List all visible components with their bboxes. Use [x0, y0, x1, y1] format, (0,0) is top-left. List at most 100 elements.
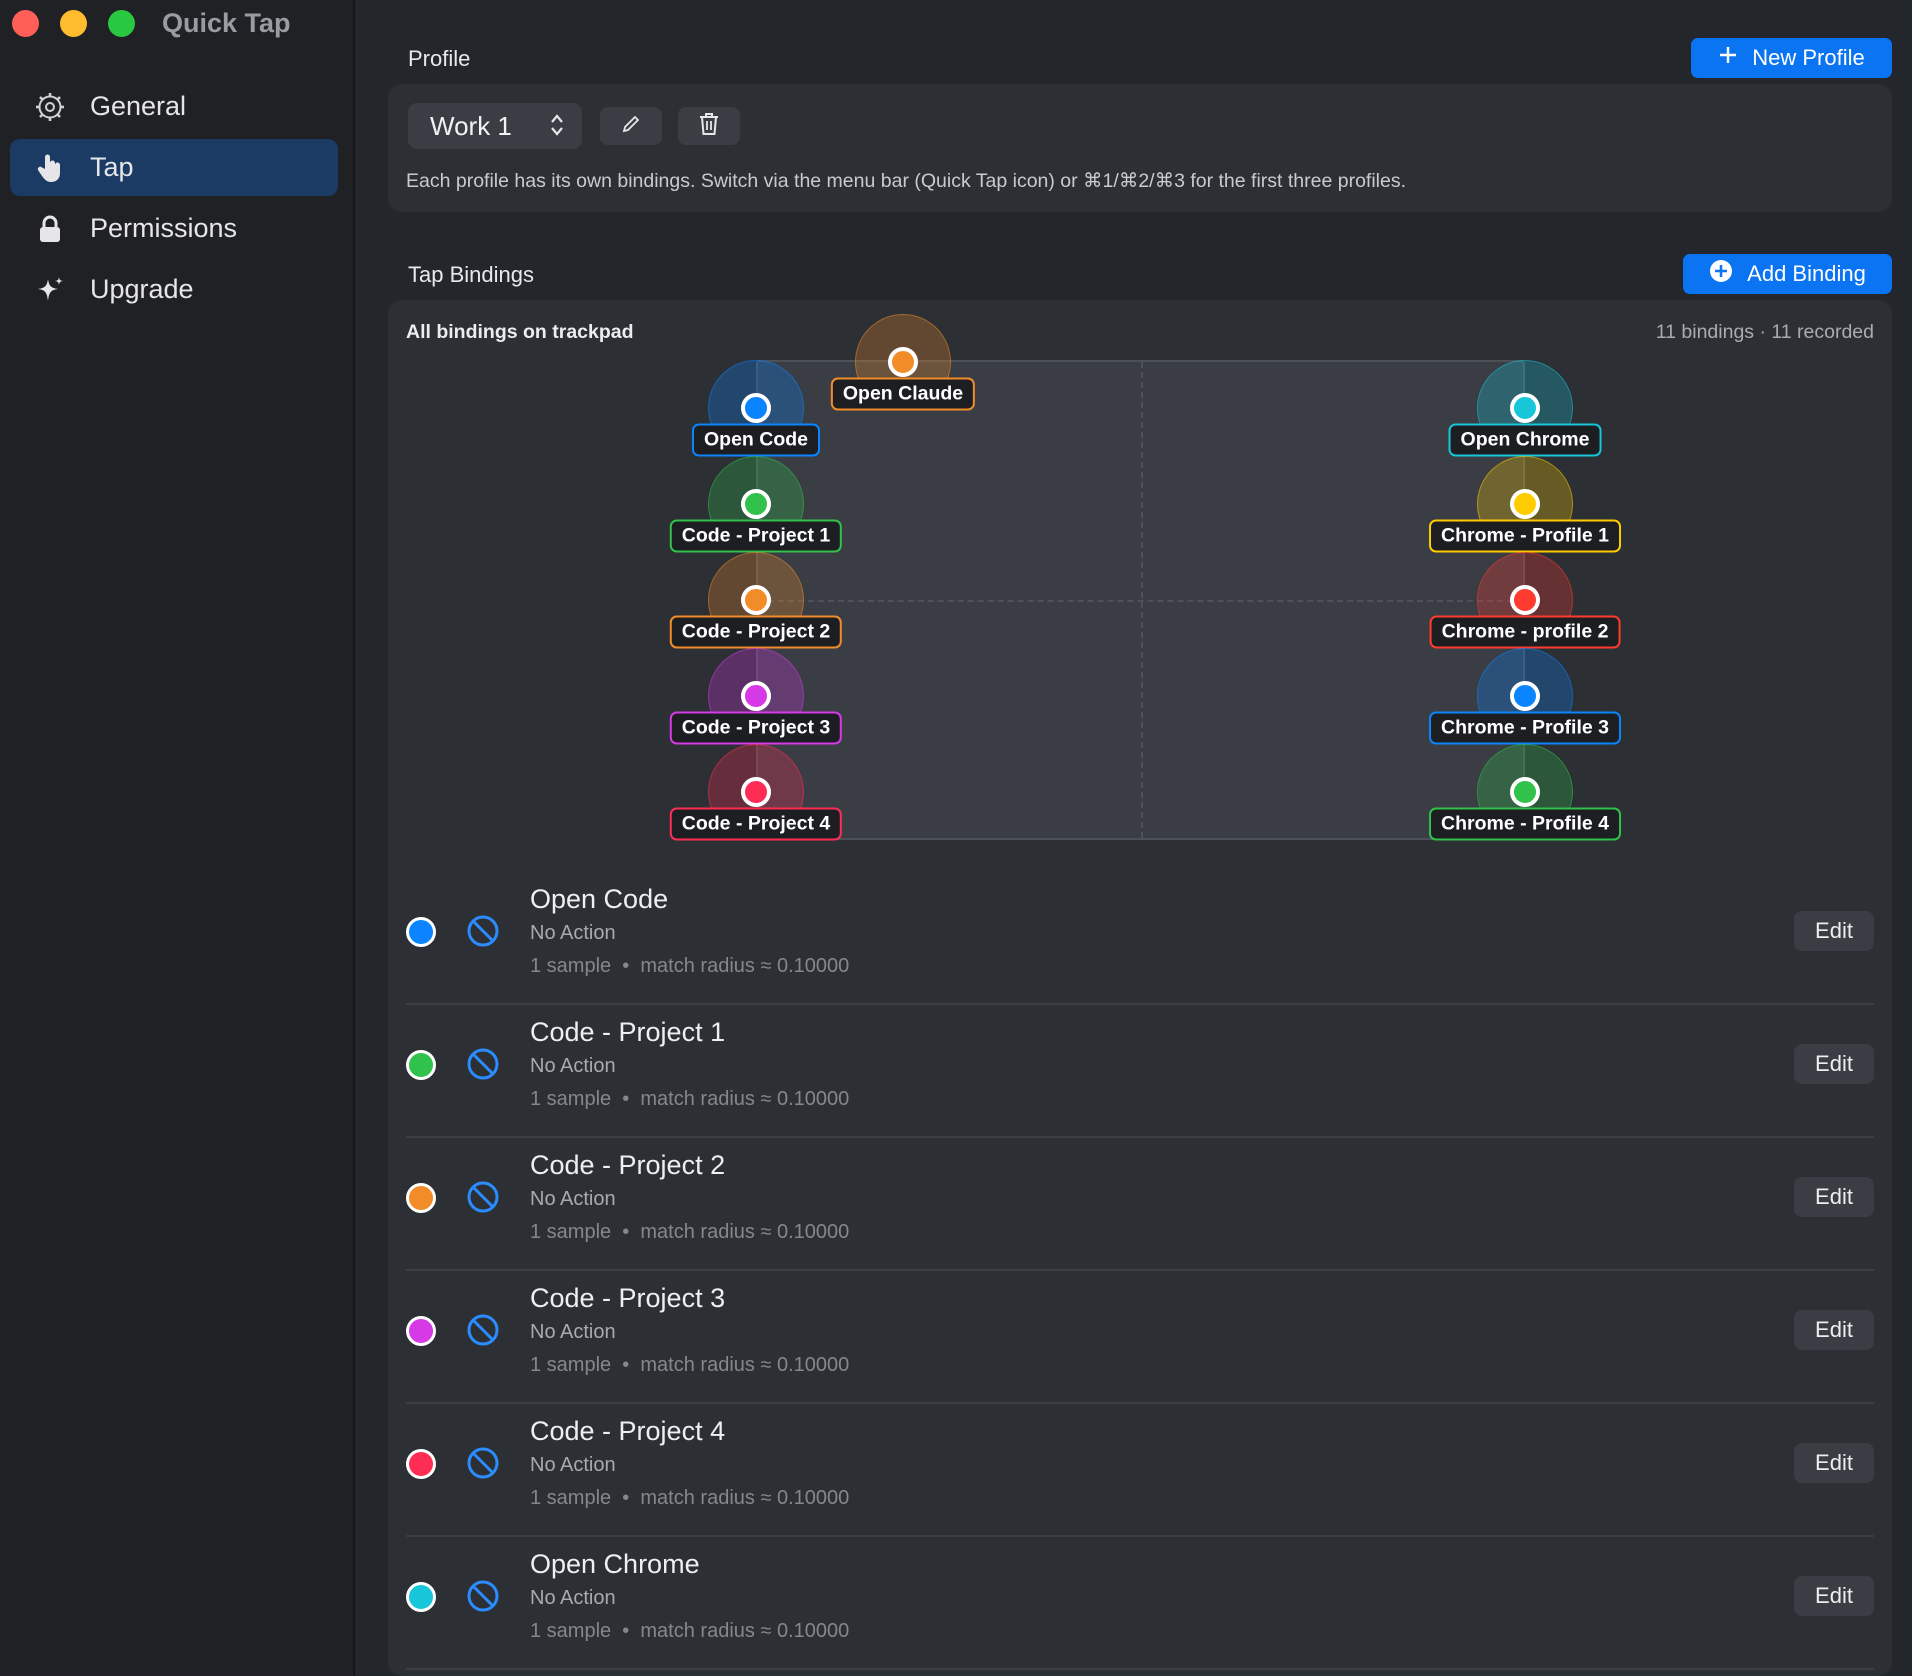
- trackpad-map: [756, 360, 1525, 840]
- new-profile-button[interactable]: New Profile: [1691, 38, 1892, 78]
- binding-list: Open Code No Action 1 sample • match rad…: [406, 872, 1874, 1670]
- binding-radius: match radius ≈ 0.10000: [640, 1620, 850, 1642]
- plus-icon: [1718, 45, 1738, 71]
- minimize-window-button[interactable]: [60, 10, 87, 37]
- binding-radius: match radius ≈ 0.10000: [640, 1354, 850, 1376]
- pencil-icon: [621, 114, 641, 139]
- pin-dot-code-project-1[interactable]: [741, 489, 771, 519]
- binding-name: Code - Project 3: [530, 1283, 726, 1313]
- trackpad-title: All bindings on trackpad: [406, 321, 634, 343]
- binding-name: Code - Project 2: [530, 1150, 726, 1180]
- binding-action: No Action: [530, 922, 616, 944]
- binding-radius: match radius ≈ 0.10000: [640, 1221, 850, 1243]
- delete-profile-button[interactable]: [678, 107, 740, 145]
- pin-dot-chrome-profile-1[interactable]: [1510, 489, 1540, 519]
- bindings-count: 11 bindings · 11 recorded: [1655, 321, 1874, 343]
- pin-label-code-project-3: Code - Project 3: [669, 711, 843, 745]
- binding-action: No Action: [530, 1321, 616, 1343]
- no-action-icon: [466, 914, 500, 953]
- profile-help-text: Each profile has its own bindings. Switc…: [406, 170, 1407, 192]
- pin-dot-chrome-profile-3[interactable]: [1510, 681, 1540, 711]
- pin-dot-chrome-profile-2[interactable]: [1510, 585, 1540, 615]
- rename-profile-button[interactable]: [600, 107, 662, 145]
- binding-row: Code - Project 2 No Action 1 sample • ma…: [406, 1138, 1874, 1271]
- pin-label-open-claude: Open Claude: [830, 377, 976, 411]
- sidebar-item-tap[interactable]: Tap: [10, 139, 338, 196]
- binding-color-dot: [406, 1183, 436, 1213]
- binding-color-dot: [406, 917, 436, 947]
- pin-label-open-chrome: Open Chrome: [1448, 423, 1602, 457]
- binding-name: Open Code: [530, 884, 669, 914]
- pin-dot-code-project-2[interactable]: [741, 585, 771, 615]
- sidebar-item-upgrade[interactable]: Upgrade: [10, 261, 338, 318]
- pin-label-chrome-profile-3: Chrome - Profile 3: [1429, 711, 1621, 745]
- binding-action: No Action: [530, 1055, 616, 1077]
- trash-icon: [698, 112, 720, 141]
- binding-samples: 1 sample: [530, 1088, 612, 1110]
- binding-action: No Action: [530, 1454, 616, 1476]
- chevron-up-down-icon: [550, 112, 564, 145]
- edit-binding-button[interactable]: Edit: [1794, 1310, 1874, 1350]
- sidebar-nav: General Tap Permissions Upgrade: [10, 78, 338, 322]
- binding-meta: 1 sample • match radius ≈ 0.10000: [530, 955, 850, 977]
- gear-icon: [34, 91, 66, 123]
- edit-binding-button[interactable]: Edit: [1794, 1576, 1874, 1616]
- binding-color-dot: [406, 1582, 436, 1612]
- edit-binding-button[interactable]: Edit: [1794, 1044, 1874, 1084]
- profile-select-value: Work 1: [430, 110, 512, 141]
- zoom-window-button[interactable]: [108, 10, 135, 37]
- binding-color-dot: [406, 1316, 436, 1346]
- edit-binding-button[interactable]: Edit: [1794, 1443, 1874, 1483]
- binding-row: Open Chrome No Action 1 sample • match r…: [406, 1537, 1874, 1670]
- binding-radius: match radius ≈ 0.10000: [640, 1088, 850, 1110]
- binding-row: Code - Project 4 No Action 1 sample • ma…: [406, 1404, 1874, 1537]
- close-window-button[interactable]: [12, 10, 39, 37]
- pin-dot-code-project-4[interactable]: [741, 777, 771, 807]
- edit-binding-button[interactable]: Edit: [1794, 911, 1874, 951]
- binding-name: Code - Project 1: [530, 1017, 726, 1047]
- pin-dot-open-chrome[interactable]: [1510, 393, 1540, 423]
- profile-select[interactable]: Work 1: [408, 103, 582, 149]
- sparkle-icon: [34, 274, 66, 306]
- profile-section-title: Profile: [408, 46, 471, 71]
- pin-label-open-code: Open Code: [691, 423, 821, 457]
- sidebar-item-label: Permissions: [90, 213, 238, 243]
- add-binding-label: Add Binding: [1747, 261, 1866, 286]
- binding-color-dot: [406, 1449, 436, 1479]
- new-profile-label: New Profile: [1752, 45, 1865, 70]
- binding-samples: 1 sample: [530, 955, 612, 977]
- binding-radius: match radius ≈ 0.10000: [640, 955, 850, 977]
- binding-samples: 1 sample: [530, 1620, 612, 1642]
- no-action-icon: [466, 1579, 500, 1618]
- pin-label-code-project-4: Code - Project 4: [669, 807, 843, 841]
- window-controls: [12, 10, 135, 37]
- sidebar-item-label: Tap: [90, 152, 134, 182]
- sidebar-item-label: Upgrade: [90, 274, 194, 304]
- binding-row: Code - Project 1 No Action 1 sample • ma…: [406, 1005, 1874, 1138]
- pin-dot-open-claude[interactable]: [888, 347, 918, 377]
- plus-circle-icon: [1709, 259, 1733, 289]
- no-action-icon: [466, 1047, 500, 1086]
- tap-bindings-section-title: Tap Bindings: [408, 262, 534, 287]
- lock-icon: [34, 213, 66, 245]
- binding-meta: 1 sample • match radius ≈ 0.10000: [530, 1088, 850, 1110]
- sidebar-item-general[interactable]: General: [10, 78, 338, 135]
- no-action-icon: [466, 1313, 500, 1352]
- binding-meta: 1 sample • match radius ≈ 0.10000: [530, 1354, 850, 1376]
- sidebar-item-permissions[interactable]: Permissions: [10, 200, 338, 257]
- binding-name: Code - Project 4: [530, 1416, 726, 1446]
- hand-pointer-icon: [34, 152, 66, 184]
- sidebar-item-label: General: [90, 91, 187, 121]
- binding-row: Open Code No Action 1 sample • match rad…: [406, 872, 1874, 1005]
- binding-name: Open Chrome: [530, 1549, 700, 1579]
- add-binding-button[interactable]: Add Binding: [1683, 254, 1892, 294]
- pin-dot-chrome-profile-4[interactable]: [1510, 777, 1540, 807]
- pin-label-code-project-2: Code - Project 2: [669, 615, 843, 649]
- binding-samples: 1 sample: [530, 1221, 612, 1243]
- binding-meta: 1 sample • match radius ≈ 0.10000: [530, 1620, 850, 1642]
- edit-binding-button[interactable]: Edit: [1794, 1177, 1874, 1217]
- pin-dot-open-code[interactable]: [741, 393, 771, 423]
- binding-row: Code - Project 3 No Action 1 sample • ma…: [406, 1271, 1874, 1404]
- pin-dot-code-project-3[interactable]: [741, 681, 771, 711]
- binding-samples: 1 sample: [530, 1354, 612, 1376]
